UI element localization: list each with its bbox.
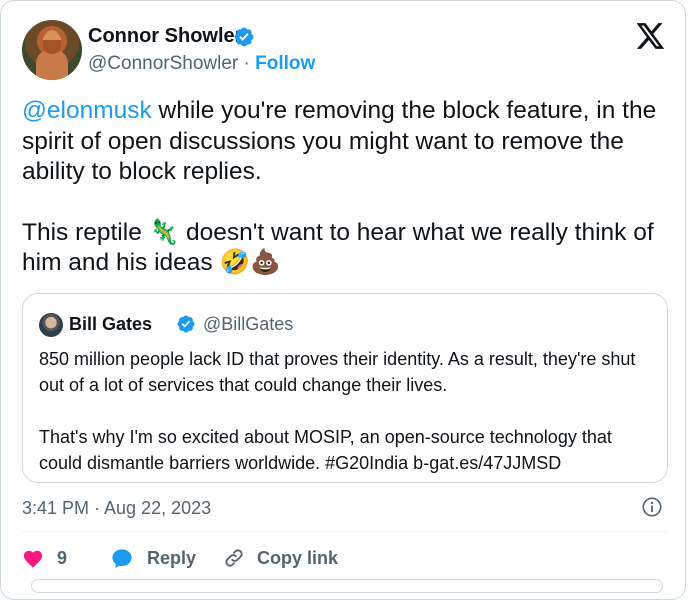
read-replies-button[interactable] bbox=[31, 579, 663, 593]
tweet-paragraph: @elonmusk while you're removing the bloc… bbox=[22, 96, 662, 188]
verified-badge-icon bbox=[234, 27, 254, 47]
quoted-author-handle: @BillGates bbox=[203, 314, 294, 334]
lizard-emoji: 🦎 bbox=[148, 218, 180, 246]
mention-link[interactable]: @elonmusk bbox=[22, 97, 152, 124]
heart-icon bbox=[23, 550, 43, 568]
link-icon bbox=[225, 549, 243, 567]
tweet-paragraph: This reptile 🦎 doesn't want to hear what… bbox=[22, 218, 662, 279]
reply-bubble-icon bbox=[112, 548, 132, 568]
x-logo-icon[interactable] bbox=[637, 23, 665, 49]
author-handle[interactable]: @ConnorShowler bbox=[88, 53, 238, 74]
like-count: 9 bbox=[57, 547, 68, 568]
info-icon[interactable] bbox=[641, 496, 663, 518]
handle-separator: · bbox=[238, 53, 256, 74]
author-name[interactable]: Connor Showler bbox=[88, 25, 242, 48]
quoted-author-avatar bbox=[39, 313, 63, 337]
copy-link-button[interactable]: Copy link bbox=[223, 547, 338, 569]
like-button[interactable]: 9 bbox=[22, 548, 67, 569]
quoted-author-name: Bill Gates bbox=[69, 314, 153, 334]
laugh-poop-emoji: 🤣💩 bbox=[219, 249, 281, 276]
tweet-timestamp[interactable]: 3:41 PM · Aug 22, 2023 bbox=[22, 498, 211, 519]
reply-label: Reply bbox=[147, 547, 197, 568]
verified-badge-icon bbox=[177, 315, 195, 333]
quoted-tweet-body: 850 million people lack ID that proves t… bbox=[39, 346, 653, 476]
follow-button[interactable]: Follow bbox=[255, 53, 315, 74]
divider bbox=[22, 531, 667, 532]
reply-button[interactable]: Reply bbox=[111, 548, 196, 569]
author-handle-row: @ConnorShowler · Follow bbox=[88, 53, 315, 75]
tweet-text-2: This reptile bbox=[22, 218, 149, 246]
quoted-paragraph: That's why I'm so excited about MOSIP, a… bbox=[39, 427, 612, 473]
tweet-body: @elonmusk while you're removing the bloc… bbox=[22, 96, 662, 279]
quoted-tweet[interactable]: Bill Gates @BillGates 850 million people… bbox=[22, 293, 668, 483]
quoted-paragraph: 850 million people lack ID that proves t… bbox=[39, 349, 636, 395]
action-bar: 9 Reply Copy link bbox=[22, 545, 338, 571]
copy-link-label: Copy link bbox=[257, 547, 339, 568]
author-avatar[interactable] bbox=[22, 20, 82, 80]
tweet-card: Connor Showler @ConnorShowler · Follow @… bbox=[0, 0, 686, 600]
